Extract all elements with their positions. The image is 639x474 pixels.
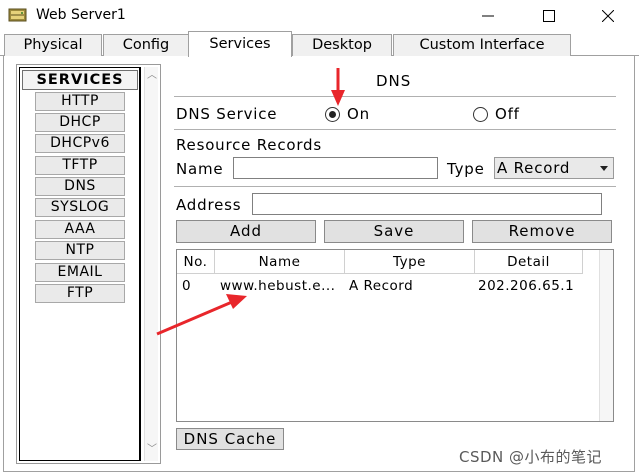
tab-services[interactable]: Services [188,31,292,57]
window-title: Web Server1 [36,7,126,23]
column-header-name[interactable]: Name [215,250,345,274]
service-dns[interactable]: DNS [35,177,125,196]
resource-records-label: Resource Records [176,136,322,154]
type-label: Type [447,160,485,178]
tab-bar: Physical Config Services Desktop Custom … [0,31,639,57]
type-select-value: A Record [497,159,571,177]
scroll-down-icon[interactable]: ﹀ [146,443,158,457]
service-http[interactable]: HTTP [35,92,125,111]
cell-no[interactable]: 0 [182,278,191,294]
table-scrollbar[interactable] [599,250,613,421]
dns-title: DNS [376,72,412,90]
services-scrollbar[interactable]: ︿ ﹀ [144,67,158,461]
services-content: SERVICES HTTP DHCP DHCPv6 TFTP DNS SYSLO… [3,56,635,472]
cell-name[interactable]: www.hebust.e... [220,278,335,294]
minimize-button[interactable] [468,4,508,28]
cell-type[interactable]: A Record [349,278,413,294]
name-input[interactable] [233,157,438,179]
chevron-down-icon [600,166,608,171]
save-button[interactable]: Save [324,220,464,243]
service-dhcp[interactable]: DHCP [35,113,125,132]
services-panel: SERVICES HTTP DHCP DHCPv6 TFTP DNS SYSLO… [16,64,161,464]
tab-config[interactable]: Config [103,34,189,56]
remove-button[interactable]: Remove [472,220,612,243]
service-ntp[interactable]: NTP [35,241,125,260]
services-list: SERVICES HTTP DHCP DHCPv6 TFTP DNS SYSLO… [19,67,141,461]
dns-on-radio[interactable] [325,107,340,122]
add-button[interactable]: Add [176,220,316,243]
minimize-icon [482,15,494,17]
maximize-button[interactable] [529,4,569,28]
column-header-detail[interactable]: Detail [475,250,583,274]
column-header-type[interactable]: Type [345,250,475,274]
address-label: Address [176,196,242,214]
service-aaa[interactable]: AAA [35,220,125,239]
dns-records-table: No. Name Type Detail 0 www.hebust.e... A… [176,249,614,422]
services-header: SERVICES [22,70,138,90]
divider [174,96,616,97]
service-ftp[interactable]: FTP [35,284,125,303]
cell-detail[interactable]: 202.206.65.1 [478,278,574,294]
type-select[interactable]: A Record [494,157,614,179]
maximize-icon [543,10,555,22]
service-syslog[interactable]: SYSLOG [35,198,125,217]
service-tftp[interactable]: TFTP [35,156,125,175]
server-app-icon [8,8,27,22]
column-header-no[interactable]: No. [177,250,215,274]
scroll-up-icon[interactable]: ︿ [146,69,158,83]
service-dhcpv6[interactable]: DHCPv6 [35,134,125,153]
tab-custom-interface[interactable]: Custom Interface [393,34,571,56]
dns-off-radio[interactable] [473,107,488,122]
close-button[interactable] [588,4,628,28]
service-email[interactable]: EMAIL [35,263,125,282]
divider [174,129,616,130]
title-bar: Web Server1 [0,0,639,31]
tab-physical[interactable]: Physical [4,34,102,56]
tab-desktop[interactable]: Desktop [292,34,392,56]
watermark: CSDN @小布的笔记 [459,448,603,466]
dns-cache-button[interactable]: DNS Cache [176,428,284,450]
dns-on-label[interactable]: On [347,105,370,123]
name-label: Name [176,160,224,178]
address-input[interactable] [252,193,602,215]
close-icon [602,10,614,22]
dns-service-label: DNS Service [176,105,278,123]
dns-off-label[interactable]: Off [495,105,520,123]
divider [174,186,616,187]
